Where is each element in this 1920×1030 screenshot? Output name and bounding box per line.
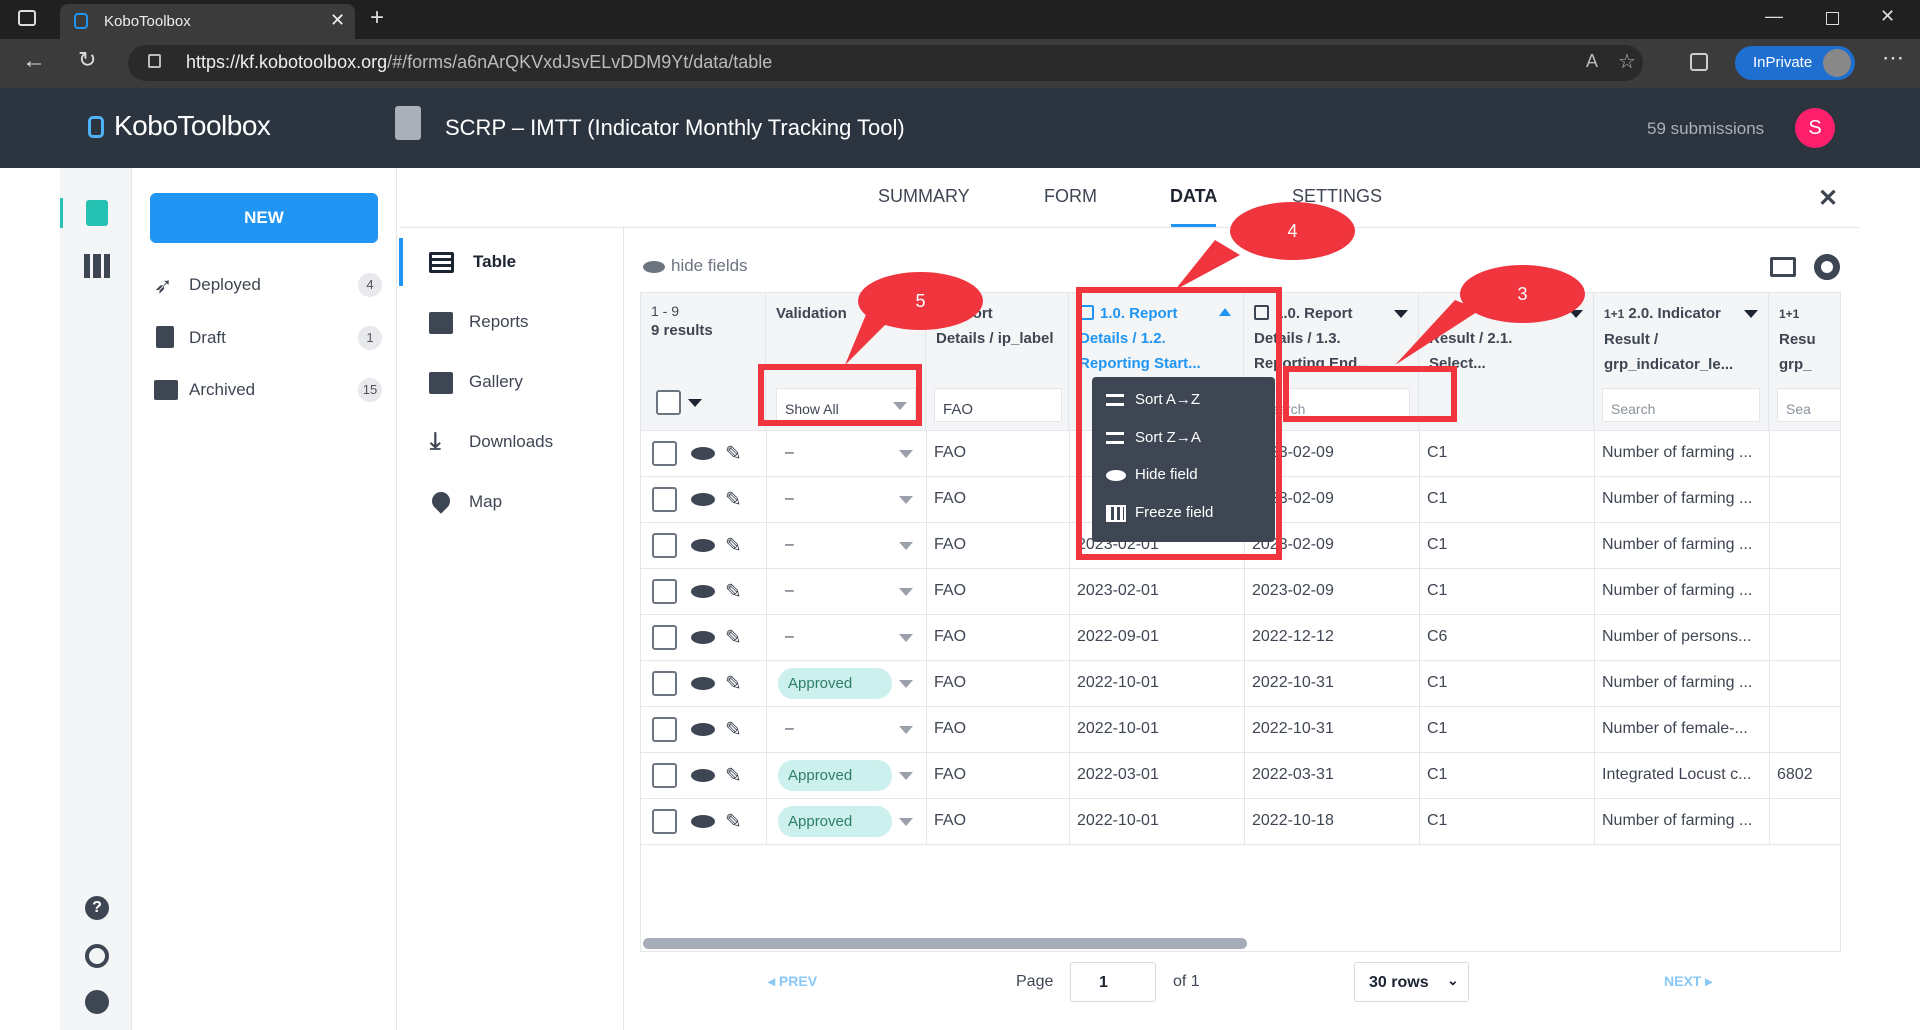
annotation-pointers: [845, 240, 1480, 365]
pointer-3: [1395, 300, 1480, 365]
next-label: NEXT: [1664, 973, 1702, 989]
next-button[interactable]: NEXT ▸: [1664, 973, 1712, 990]
pointer-4: [1175, 240, 1240, 290]
prev-button[interactable]: ◂ PREV: [768, 973, 817, 990]
pagination: ◂ PREV Page 1 of 1 30 rows ⌄ NEXT ▸: [640, 955, 1841, 1015]
page-input[interactable]: 1: [1070, 962, 1156, 1002]
rows-select[interactable]: 30 rows ⌄: [1354, 962, 1469, 1002]
page-total: of 1: [1173, 973, 1200, 990]
prev-label: PREV: [778, 973, 818, 989]
chevron-down-icon: ⌄: [1447, 972, 1459, 988]
rows-select-value: 30 rows: [1369, 974, 1429, 991]
annotation-bubble-5: 5: [858, 272, 983, 330]
page-input-value: 1: [1099, 974, 1108, 991]
annotation-bubble-4: 4: [1230, 202, 1355, 260]
annotation-bubble-3: 3: [1460, 265, 1585, 323]
page-label: Page: [1016, 973, 1054, 990]
